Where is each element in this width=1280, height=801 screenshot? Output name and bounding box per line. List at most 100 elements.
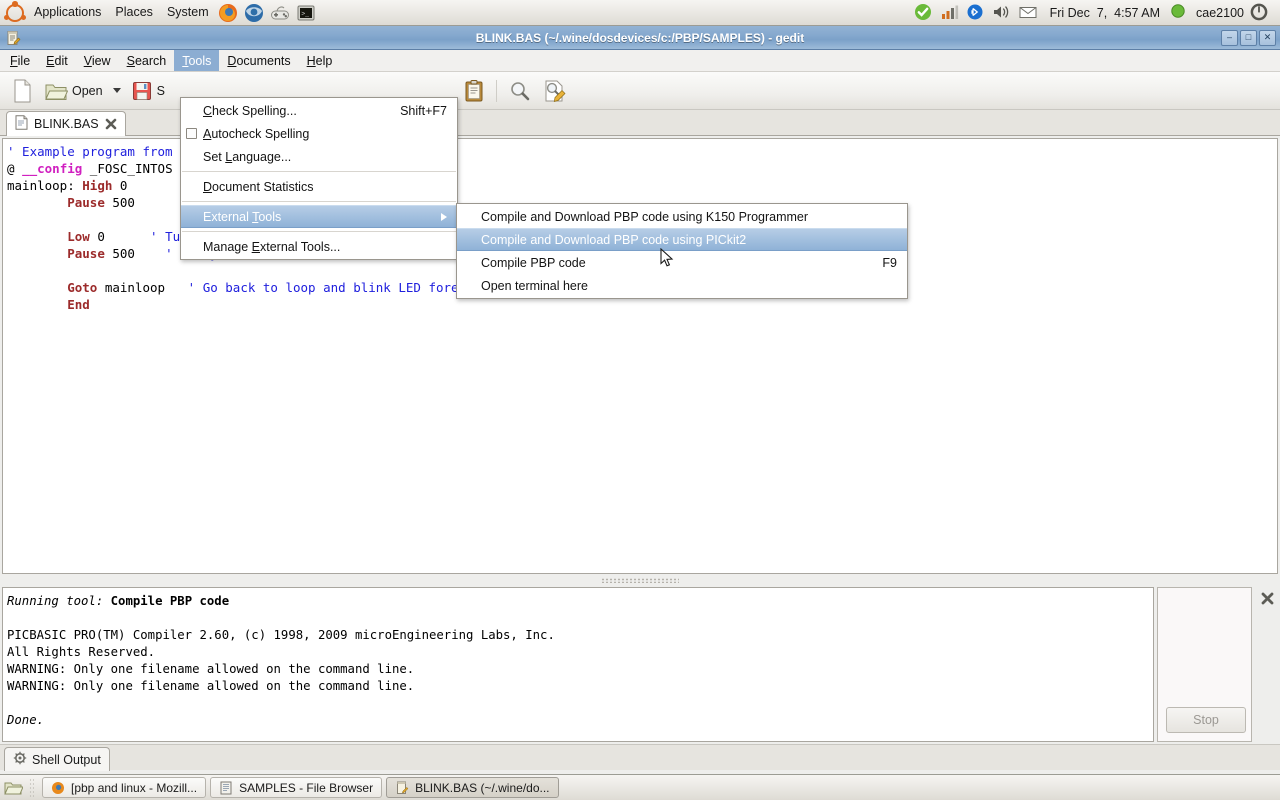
taskbar-window-file-browser[interactable]: SAMPLES - File Browser xyxy=(210,777,382,798)
menu-documents[interactable]: Documents xyxy=(219,50,298,71)
submenu-item-k150-label: Compile and Download PBP code using K150… xyxy=(481,210,808,224)
panel-menu-applications[interactable]: Applications xyxy=(27,0,108,26)
network-signal-icon[interactable] xyxy=(939,2,963,24)
editor-token xyxy=(7,297,67,312)
tab-shell-output[interactable]: Shell Output xyxy=(4,747,110,771)
submenu-item-open-terminal[interactable]: Open terminal here xyxy=(457,274,907,297)
mouse-cursor xyxy=(660,248,674,271)
output-token: All Rights Reserved. xyxy=(7,645,155,659)
mail-icon[interactable] xyxy=(1017,2,1041,24)
editor-token: ' Example program from xyxy=(7,144,173,159)
menu-view[interactable]: View xyxy=(76,50,119,71)
menu-item-set-language[interactable]: Set Language... xyxy=(181,145,457,168)
ubuntu-logo-icon[interactable] xyxy=(5,3,25,23)
gedit-icon xyxy=(5,30,21,46)
taskbar-window-file-browser-label: SAMPLES - File Browser xyxy=(239,781,373,795)
volume-icon[interactable] xyxy=(991,2,1015,24)
firefox-icon[interactable] xyxy=(217,2,241,24)
panel-tray-group: Fri Dec 7, 4:57 AM cae2100 xyxy=(912,0,1280,26)
menu-tools[interactable]: Tools xyxy=(174,50,219,71)
bottom-panel-tabbar: Shell Output xyxy=(0,744,1280,770)
submenu-item-pickit2[interactable]: Compile and Download PBP code using PICk… xyxy=(457,228,907,251)
toolbar-separator xyxy=(496,80,497,102)
output-token: WARNING: Only one filename allowed on th… xyxy=(7,679,414,693)
panel-clock[interactable]: Fri Dec 7, 4:57 AM xyxy=(1042,6,1168,20)
panel-menu-system[interactable]: System xyxy=(160,0,216,26)
taskbar-drag-handle[interactable] xyxy=(29,778,34,798)
editor-token: __config xyxy=(22,161,82,176)
editor-token: mainloop: xyxy=(7,178,82,193)
output-token: PICBASIC PRO(TM) Compiler 2.60, (c) 1998… xyxy=(7,628,555,642)
panel-splitter[interactable] xyxy=(0,576,1280,584)
gamepad-icon[interactable] xyxy=(269,2,293,24)
menu-edit[interactable]: Edit xyxy=(38,50,76,71)
splitter-grip[interactable] xyxy=(601,578,679,583)
user-status-icon[interactable] xyxy=(1169,2,1193,24)
menu-accel-check-spelling: Shift+F7 xyxy=(376,104,447,118)
submenu-item-open-terminal-label: Open terminal here xyxy=(481,279,588,293)
menu-help[interactable]: Help xyxy=(299,50,341,71)
editor-token: 500 xyxy=(105,246,135,261)
paste-button[interactable] xyxy=(459,75,489,107)
editor-token xyxy=(105,229,150,244)
editor-token: _FOSC_INTOS xyxy=(82,161,172,176)
output-line: WARNING: Only one filename allowed on th… xyxy=(7,678,1153,695)
close-icon[interactable] xyxy=(1261,592,1274,605)
terminal-icon[interactable]: >_ xyxy=(295,2,319,24)
shell-output-text[interactable]: Running tool: Compile PBP code PICBASIC … xyxy=(2,587,1154,742)
submenu-item-k150[interactable]: Compile and Download PBP code using K150… xyxy=(457,205,907,228)
taskbar-window-firefox[interactable]: [pbp and linux - Mozill... xyxy=(42,777,206,798)
menu-file[interactable]: File xyxy=(2,50,38,71)
show-desktop-icon[interactable] xyxy=(3,778,23,798)
find-button[interactable] xyxy=(504,75,536,107)
output-line: WARNING: Only one filename allowed on th… xyxy=(7,661,1153,678)
window-titlebar[interactable]: BLINK.BAS (~/.wine/dosdevices/c:/PBP/SAM… xyxy=(0,26,1280,50)
close-button[interactable]: ✕ xyxy=(1259,30,1276,46)
checkbox-icon[interactable] xyxy=(186,128,197,139)
menu-search[interactable]: Search xyxy=(119,50,175,71)
update-ok-icon[interactable] xyxy=(913,2,937,24)
panel-menu-places[interactable]: Places xyxy=(108,0,160,26)
close-icon[interactable] xyxy=(105,118,117,130)
bottom-panel: Running tool: Compile PBP code PICBASIC … xyxy=(0,584,1280,748)
output-line: All Rights Reserved. xyxy=(7,644,1153,661)
output-line xyxy=(7,695,1153,712)
chevron-right-icon xyxy=(441,213,447,221)
maximize-button[interactable]: □ xyxy=(1240,30,1257,46)
open-button[interactable]: Open xyxy=(40,75,107,107)
menu-separator xyxy=(182,231,456,232)
panel-username[interactable]: cae2100 xyxy=(1194,6,1248,20)
gnome-top-panel: Applications Places System xyxy=(0,0,1280,26)
document-icon xyxy=(15,115,28,133)
output-token: Done. xyxy=(7,713,44,727)
new-document-button[interactable] xyxy=(6,75,38,107)
submenu-accel-compile-pbp: F9 xyxy=(858,256,897,270)
output-line xyxy=(7,610,1153,627)
menu-item-manage-external-tools[interactable]: Manage External Tools... xyxy=(181,235,457,258)
editor-token: 0 xyxy=(112,178,127,193)
open-dropdown-button[interactable] xyxy=(109,75,125,107)
taskbar-window-gedit[interactable]: BLINK.BAS (~/.wine/do... xyxy=(386,777,558,798)
thunderbird-icon[interactable] xyxy=(243,2,267,24)
menu-item-autocheck-spelling[interactable]: Autocheck Spelling xyxy=(181,122,457,145)
stop-button[interactable]: Stop xyxy=(1166,707,1246,733)
menu-item-document-statistics[interactable]: Document Statistics xyxy=(181,175,457,198)
menu-separator xyxy=(182,171,456,172)
editor-token: ' Go back to loop and blink LED forever xyxy=(188,280,482,295)
output-token xyxy=(7,696,14,710)
editor-token: End xyxy=(67,297,90,312)
window-controls: – □ ✕ xyxy=(1221,30,1280,46)
editor-token xyxy=(7,246,67,261)
power-icon[interactable] xyxy=(1249,2,1273,24)
document-tab-blink-bas[interactable]: BLINK.BAS xyxy=(6,111,126,136)
editor-token: 500 xyxy=(105,195,135,210)
minimize-button[interactable]: – xyxy=(1221,30,1238,46)
editor-token xyxy=(7,195,67,210)
menu-item-check-spelling[interactable]: Check Spelling... Shift+F7 xyxy=(181,99,457,122)
submenu-item-compile-pbp[interactable]: Compile PBP code F9 xyxy=(457,251,907,274)
find-replace-button[interactable] xyxy=(538,75,572,107)
save-button[interactable]: S xyxy=(127,75,169,107)
stop-button-label: Stop xyxy=(1193,713,1219,727)
menu-item-external-tools[interactable]: External Tools xyxy=(181,205,457,228)
bluetooth-icon[interactable] xyxy=(965,2,989,24)
